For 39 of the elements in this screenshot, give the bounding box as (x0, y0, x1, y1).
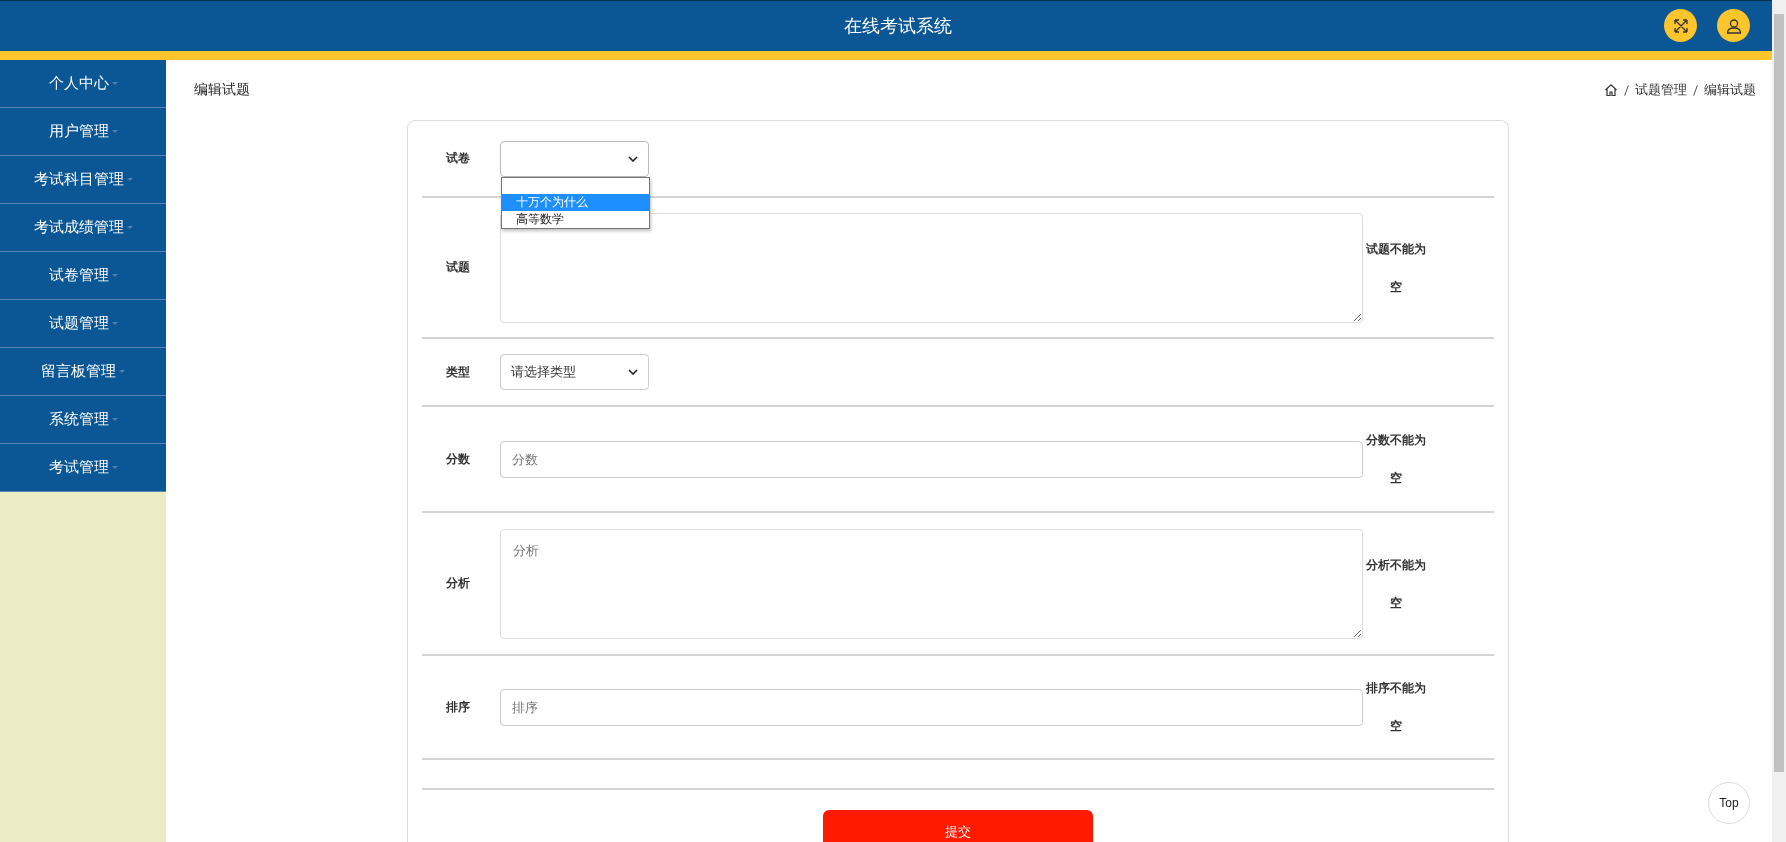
field-label: 排序 (445, 698, 471, 716)
chevron-down-icon (628, 369, 638, 375)
breadcrumb-item: 编辑试题 (1704, 81, 1756, 99)
breadcrumb-item[interactable]: 试题管理 (1635, 81, 1687, 99)
sidebar-item[interactable]: 试卷管理 (0, 252, 166, 300)
sidebar-item[interactable]: 系统管理 (0, 396, 166, 444)
scrollbar[interactable] (1772, 0, 1786, 842)
expand-icon (1672, 17, 1689, 34)
sidebar-item[interactable]: 考试科目管理 (0, 156, 166, 204)
field-label: 分析 (445, 575, 471, 592)
error-message: 分数不能为空 (1365, 432, 1427, 487)
error-message: 排序不能为空 (1365, 680, 1427, 735)
select-field[interactable]: 请选择类型 (500, 354, 649, 390)
app-title: 在线考试系统 (844, 14, 952, 38)
select-field[interactable] (500, 140, 649, 177)
back-to-top-button[interactable]: Top (1708, 782, 1750, 824)
submit-button[interactable]: 提交 (823, 810, 1093, 842)
dropdown-option[interactable]: 高等数学 (502, 210, 649, 228)
field-label: 试题 (445, 259, 471, 276)
sidebar-item[interactable]: 考试管理 (0, 444, 166, 492)
field-label: 类型 (445, 363, 471, 381)
user-button[interactable] (1717, 9, 1750, 42)
fullscreen-button[interactable] (1664, 9, 1697, 42)
chevron-down-icon (628, 155, 638, 162)
sidebar-item[interactable]: 考试成绩管理 (0, 204, 166, 252)
sidebar-item[interactable]: 留言板管理 (0, 348, 166, 396)
field-label: 试卷 (445, 150, 471, 167)
input-field[interactable]: 分数 (500, 440, 1363, 478)
text-area[interactable]: 分析 (500, 528, 1363, 639)
sidebar-item[interactable]: 试题管理 (0, 300, 166, 348)
field-label: 分数 (445, 450, 471, 468)
sidebar-item[interactable]: 个人中心 (0, 60, 166, 108)
error-message: 试题不能为空 (1365, 240, 1427, 296)
home-icon[interactable] (1604, 83, 1618, 97)
user-icon (1725, 17, 1742, 34)
input-field[interactable]: 排序 (500, 688, 1363, 726)
page-title: 编辑试题 (194, 81, 250, 99)
sidebar-item[interactable]: 用户管理 (0, 108, 166, 156)
error-message: 分析不能为空 (1365, 556, 1427, 612)
